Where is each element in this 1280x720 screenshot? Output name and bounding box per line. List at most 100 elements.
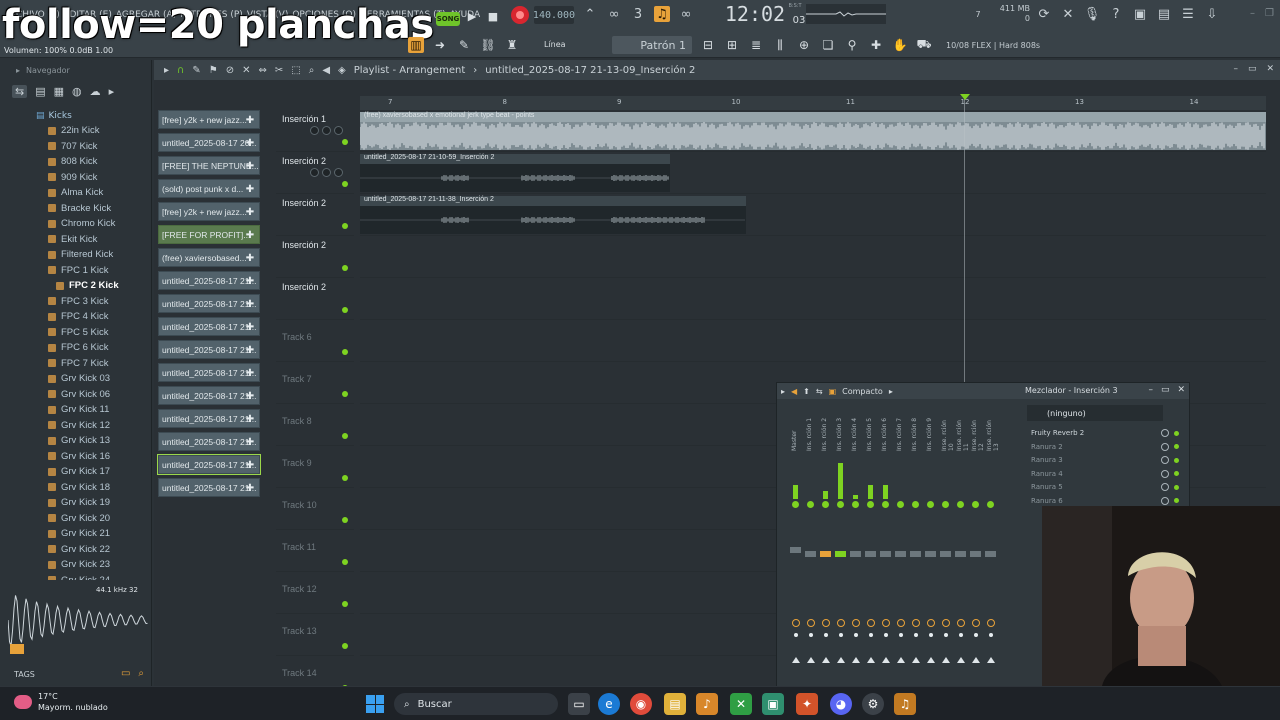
maximize-icon[interactable]: ▭ <box>1248 64 1257 74</box>
search-icon[interactable]: ⌕ <box>138 668 144 679</box>
delete-icon[interactable]: ⊘ <box>226 65 234 76</box>
minimize-icon[interactable]: – <box>1148 385 1153 395</box>
steam-icon[interactable]: ⚙ <box>862 693 884 715</box>
strip-route-dot[interactable] <box>929 633 933 637</box>
mixer-up-icon[interactable]: ⬆ <box>803 387 810 396</box>
picker-clip[interactable]: untitled_2025-08-17 21... ✚ <box>158 386 260 405</box>
strip-stereo-knob[interactable] <box>867 619 875 627</box>
close-icon[interactable]: ✕ <box>1266 64 1274 74</box>
refresh-icon[interactable]: ⟳ <box>1036 6 1052 22</box>
stop-button[interactable]: ■ <box>486 6 500 26</box>
file-explorer-icon[interactable]: ▤ <box>664 693 686 715</box>
strip-route-dot[interactable] <box>809 633 813 637</box>
strip-volume-fader[interactable] <box>850 551 861 557</box>
strip-stereo-knob[interactable] <box>957 619 965 627</box>
browser-item[interactable]: FPC 1 Kick <box>0 263 150 279</box>
strip-send-arrow[interactable] <box>972 657 980 663</box>
strip-pan-knob[interactable] <box>957 501 964 508</box>
track-enable-led[interactable] <box>342 643 348 649</box>
slip-icon[interactable]: ⇔ <box>259 65 267 76</box>
playhead-marker[interactable] <box>960 94 970 100</box>
strip-volume-fader[interactable] <box>970 551 981 557</box>
browser-item[interactable]: FPC 6 Kick <box>0 340 150 356</box>
mixer-compact-icon[interactable]: ▣ <box>829 387 837 396</box>
browser-file-icon[interactable]: ▤ <box>35 85 45 98</box>
track-mini-controls[interactable] <box>310 168 343 177</box>
plug-icon[interactable]: ⚲ <box>844 37 860 53</box>
browser-item[interactable]: 808 Kick <box>0 154 150 170</box>
picker-clip[interactable]: [FREE] THE NEPTUNE... ✚ <box>158 156 260 175</box>
track-header[interactable]: Inserción 2 <box>276 194 354 236</box>
track-enable-led[interactable] <box>342 517 348 523</box>
fl-studio-2-icon[interactable]: ♫ <box>894 693 916 715</box>
strip-pan-knob[interactable] <box>807 501 814 508</box>
mixer-strip[interactable]: Inse. rción 11 <box>954 401 970 687</box>
strip-pan-knob[interactable] <box>792 501 799 508</box>
track-name[interactable]: Track 11 <box>282 542 316 552</box>
track-solo-knob[interactable] <box>322 168 331 177</box>
zoom-icon[interactable]: ⌕ <box>309 65 315 76</box>
strip-send-arrow[interactable] <box>897 657 905 663</box>
track-header[interactable]: Inserción 2 <box>276 152 354 194</box>
effect-slot[interactable]: Ranura 4 <box>1031 468 1181 480</box>
browser-globe-icon[interactable]: ◍ <box>72 85 82 98</box>
audio-clip[interactable]: (free) xaviersobased x emotional jerk ty… <box>359 112 1266 150</box>
track-enable-led[interactable] <box>342 559 348 565</box>
strip-stereo-knob[interactable] <box>942 619 950 627</box>
picker-clip[interactable]: untitled_2025-08-17 21... ✚ <box>158 340 260 359</box>
slot-mix-knob[interactable] <box>1161 456 1169 464</box>
microphone-icon[interactable]: 🎙 <box>1084 6 1101 22</box>
browser-item[interactable]: Grv Kick 12 <box>0 418 150 434</box>
metronome-icon[interactable]: ⌃ <box>582 6 598 22</box>
song-mode-toggle[interactable]: SONG <box>436 12 460 26</box>
track-name[interactable]: Inserción 1 <box>282 114 326 124</box>
track-header[interactable]: Track 9 <box>276 446 354 488</box>
picker-clip[interactable]: (sold) post punk x d... ✚ <box>158 179 260 198</box>
strip-send-arrow[interactable] <box>822 657 830 663</box>
strip-send-arrow[interactable] <box>987 657 995 663</box>
mixer-strip[interactable]: Ins. rción 4 <box>849 401 863 687</box>
mixer-arrow-icon[interactable]: ▸ <box>781 387 785 396</box>
effect-slot[interactable]: Ranura 3 <box>1031 454 1181 466</box>
strip-send-arrow[interactable] <box>852 657 860 663</box>
picker-clip[interactable]: untitled_2025-08-17 21... ✚ <box>158 478 260 497</box>
browser-item[interactable]: FPC 2 Kick <box>0 278 150 294</box>
track-solo-knob[interactable] <box>322 126 331 135</box>
strip-pan-knob[interactable] <box>852 501 859 508</box>
browser-item[interactable]: Chromo Kick <box>0 216 150 232</box>
track-name[interactable]: Track 10 <box>282 500 317 510</box>
track-lane[interactable]: (free) xaviersobased x emotional jerk ty… <box>359 110 1266 152</box>
strip-route-dot[interactable] <box>794 633 798 637</box>
picker-clip[interactable]: untitled_2025-08-17 21... ✚ <box>158 409 260 428</box>
mixer-strip[interactable]: Ins. rción 1 <box>804 401 818 687</box>
track-header[interactable]: Inserción 2 <box>276 278 354 320</box>
slot-enable-led[interactable] <box>1174 430 1179 436</box>
start-button[interactable] <box>366 695 384 713</box>
track-enable-led[interactable] <box>342 349 348 355</box>
cart-icon[interactable]: ⛟ <box>916 37 932 53</box>
mixer-strip[interactable]: Ins. rción 7 <box>894 401 908 687</box>
clipboard-icon[interactable]: ❏ <box>820 37 836 53</box>
audio-clip[interactable]: untitled_2025-08-17 21-11-38_Inserción 2 <box>359 196 746 234</box>
app-green-icon[interactable]: ▣ <box>762 693 784 715</box>
strip-stereo-knob[interactable] <box>912 619 920 627</box>
strip-stereo-knob[interactable] <box>882 619 890 627</box>
browser-item[interactable]: FPC 5 Kick <box>0 325 150 341</box>
strip-route-dot[interactable] <box>944 633 948 637</box>
track-lane[interactable] <box>360 278 1266 320</box>
track-header[interactable]: Track 7 <box>276 362 354 404</box>
track-header[interactable]: Track 11 <box>276 530 354 572</box>
mixer-strip[interactable]: Ins. rción 3 <box>834 401 848 687</box>
strip-pan-knob[interactable] <box>867 501 874 508</box>
effect-slot[interactable]: Ranura 5 <box>1031 481 1181 493</box>
strip-stereo-knob[interactable] <box>972 619 980 627</box>
strip-send-arrow[interactable] <box>867 657 875 663</box>
hand-icon[interactable]: ✋ <box>892 37 908 53</box>
strip-route-dot[interactable] <box>989 633 993 637</box>
strip-send-arrow[interactable] <box>942 657 950 663</box>
browser-item[interactable]: Alma Kick <box>0 185 150 201</box>
picker-clip[interactable]: untitled_2025-08-17 20... ✚ <box>158 133 260 152</box>
strip-stereo-knob[interactable] <box>897 619 905 627</box>
track-enable-led[interactable] <box>342 475 348 481</box>
track-header[interactable]: Inserción 2 <box>276 236 354 278</box>
